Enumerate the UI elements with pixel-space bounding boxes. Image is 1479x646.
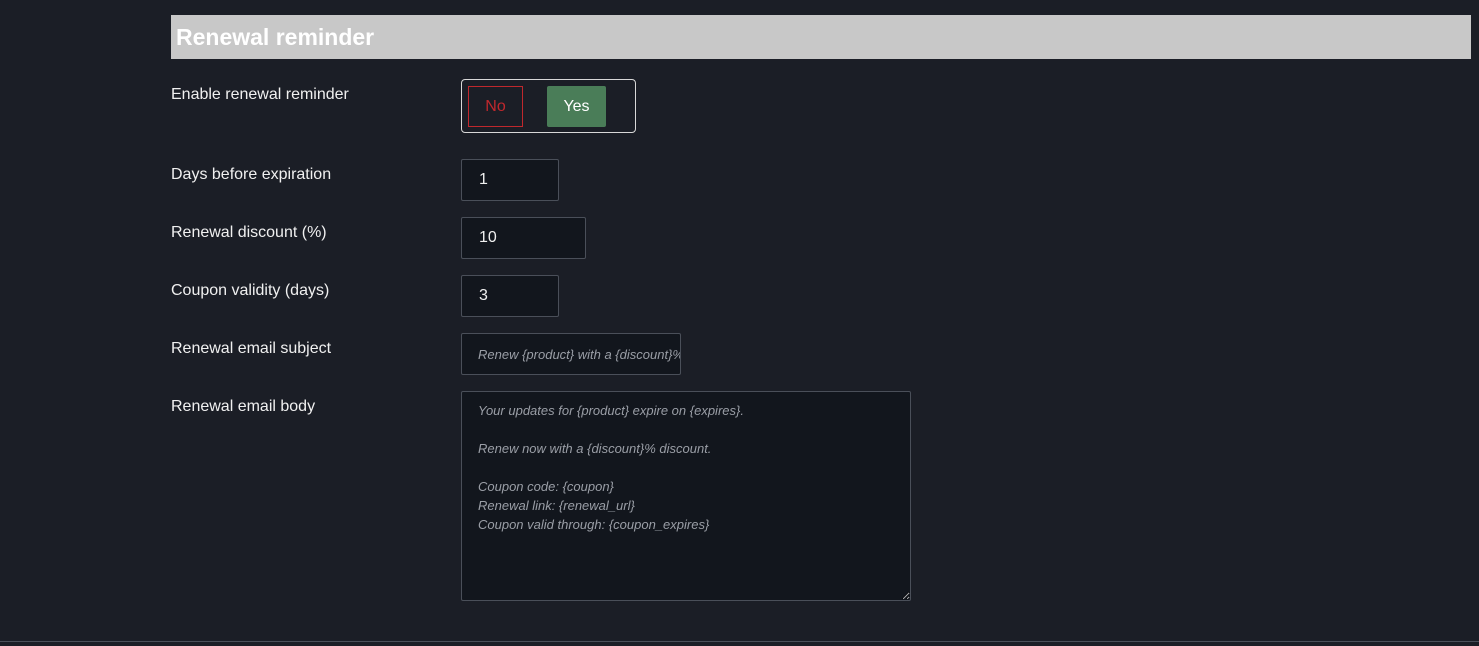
days-before-input[interactable] [461,159,559,201]
enable-reminder-label: Enable renewal reminder [171,86,349,103]
coupon-validity-input[interactable] [461,275,559,317]
discount-label: Renewal discount (%) [171,224,327,241]
enable-reminder-toggle: No Yes [461,79,636,133]
section-title: Renewal reminder [176,23,375,50]
discount-input[interactable] [461,217,586,259]
bottom-divider [0,641,1479,642]
coupon-validity-label: Coupon validity (days) [171,282,330,299]
email-body-label: Renewal email body [171,398,316,415]
email-subject-input[interactable] [461,333,681,375]
section-header: Renewal reminder [171,15,1471,59]
email-subject-label: Renewal email subject [171,340,332,357]
settings-page: Renewal reminder Enable renewal reminder… [0,0,1479,646]
days-before-label: Days before expiration [171,166,332,183]
email-body-textarea[interactable] [461,391,911,601]
toggle-no-button[interactable]: No [468,86,523,127]
toggle-yes-button[interactable]: Yes [547,86,606,127]
